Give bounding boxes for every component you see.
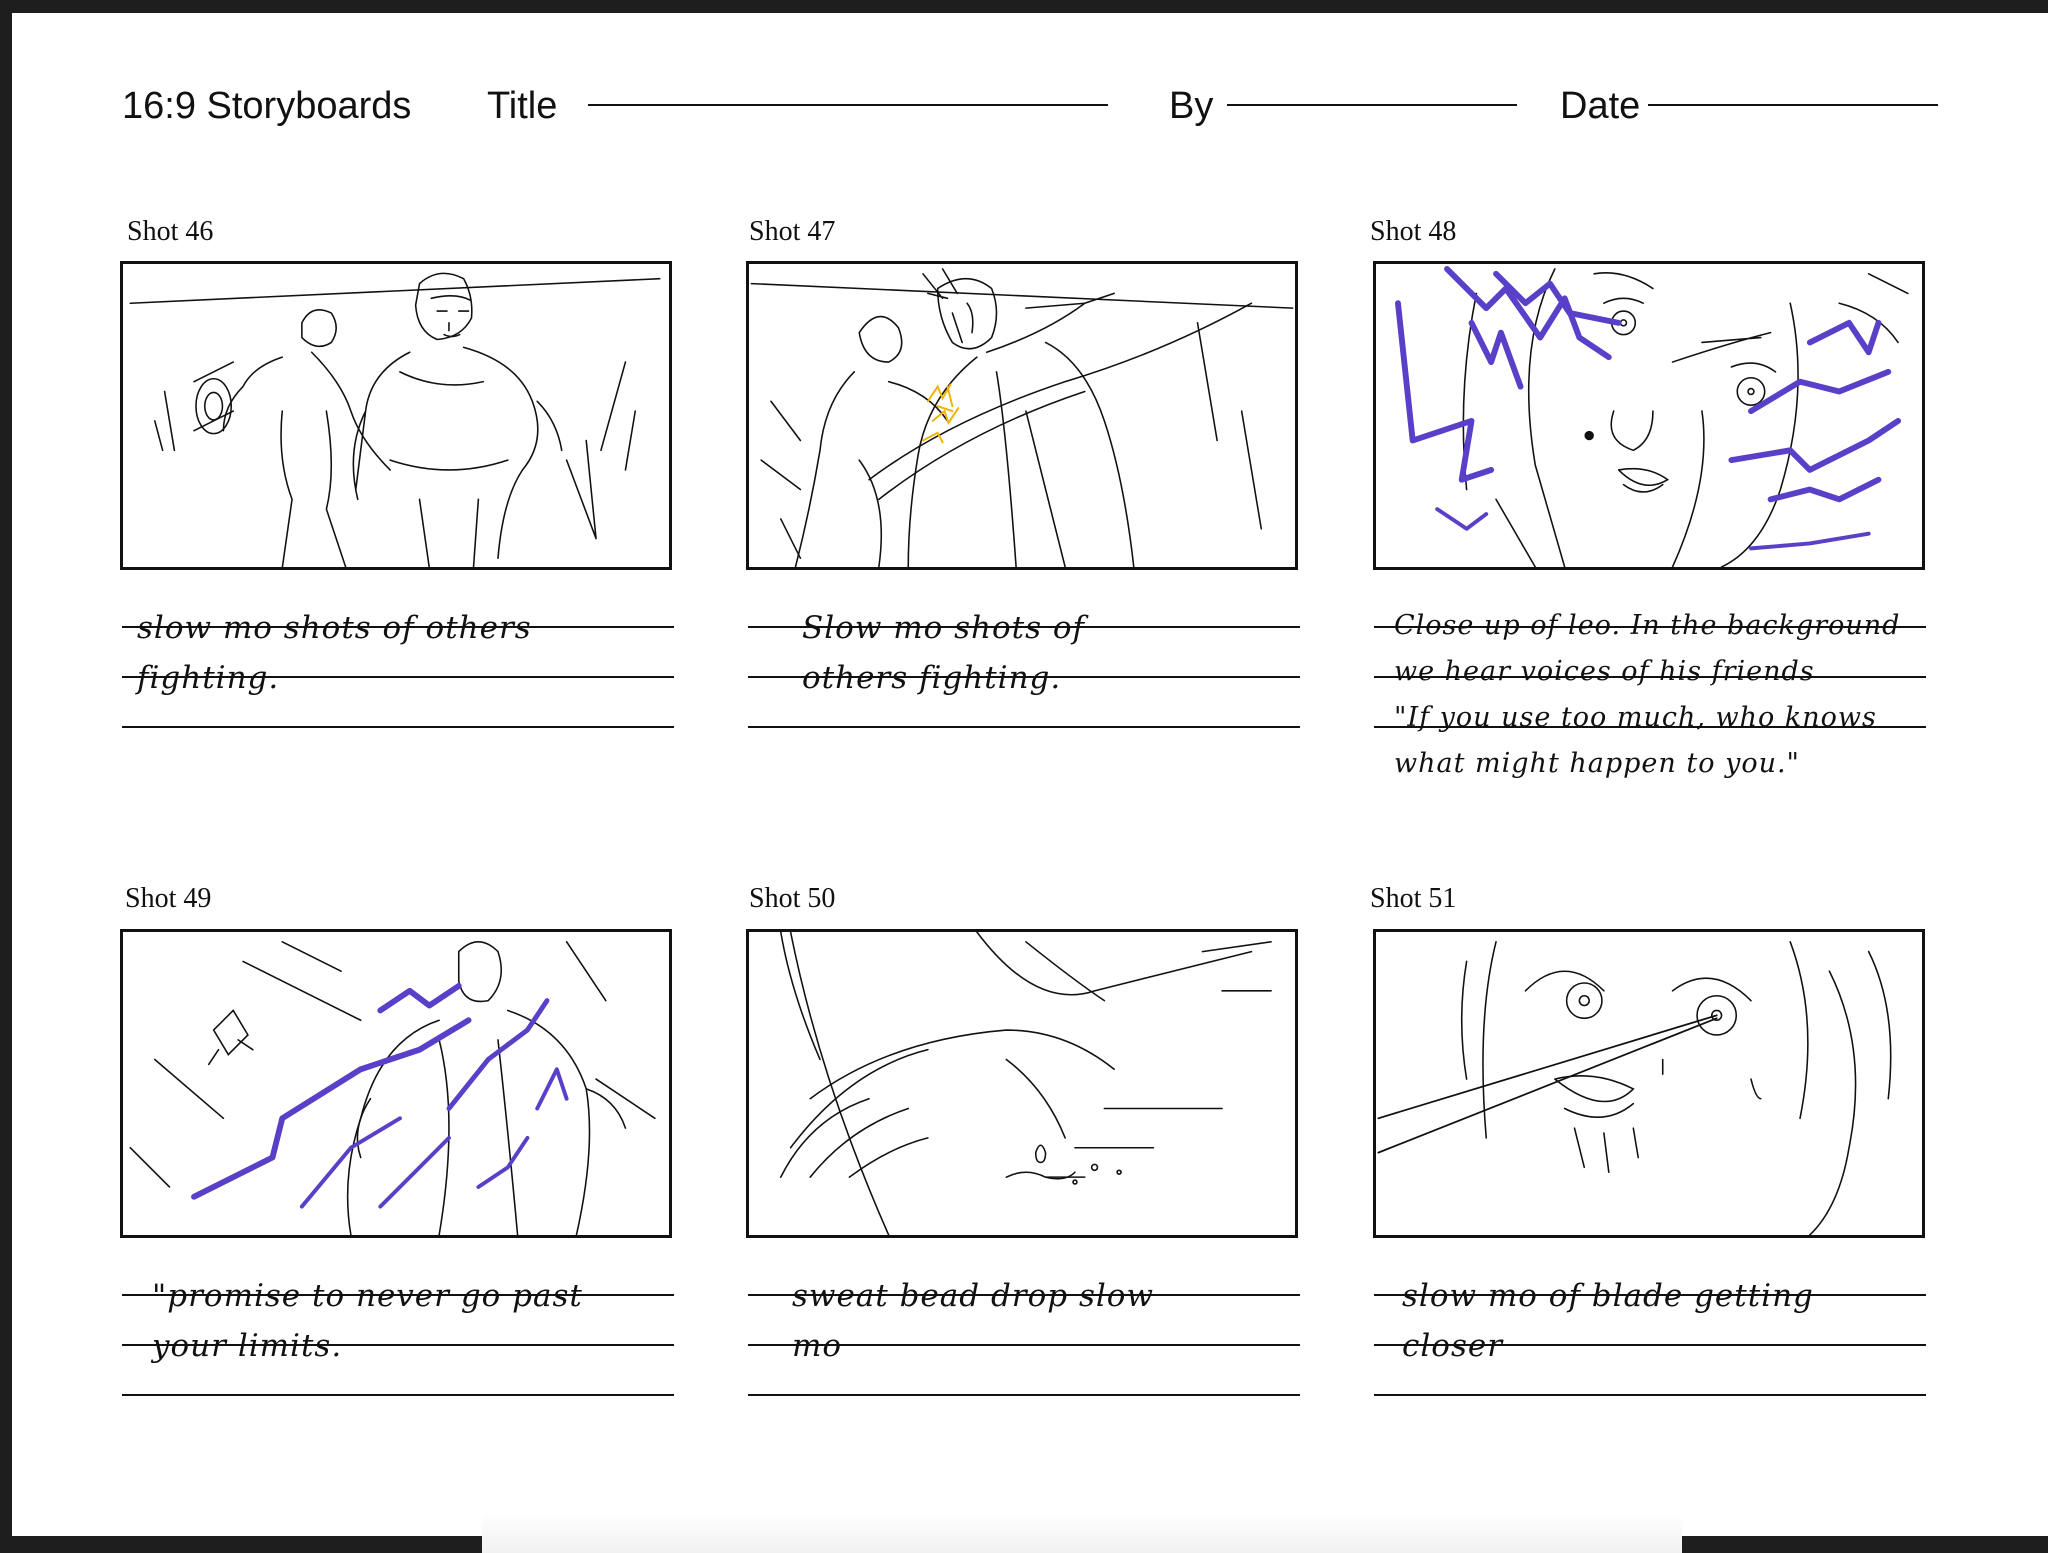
note-line-1: slow mo shots of others	[137, 610, 532, 646]
sweat-drop-icon	[1005, 1144, 1122, 1185]
note-rule	[1374, 1294, 1926, 1296]
shot-frame	[746, 261, 1298, 570]
date-field-line	[1648, 104, 1938, 106]
note-rule	[748, 676, 1300, 678]
note-line-4: what might happen to you."	[1394, 748, 1800, 779]
note-line-2: fighting.	[137, 660, 280, 696]
note-rule	[122, 676, 674, 678]
sketch-fighters	[129, 272, 661, 567]
note-rule	[748, 1294, 1300, 1296]
note-rule	[1374, 1344, 1926, 1346]
note-rule	[748, 626, 1300, 628]
shot-frame	[120, 929, 672, 1238]
note-line-1: Slow mo shots of	[802, 610, 1086, 646]
note-line-2: your limits.	[152, 1328, 343, 1364]
storyboard-sheet: 16:9 Storyboards Title By Date Shot 46 s…	[12, 13, 2048, 1553]
note-rule	[122, 1344, 674, 1346]
note-rule	[122, 726, 674, 728]
note-rule	[1374, 726, 1926, 728]
shot-notes: sweat bead drop slow mo	[792, 1271, 1352, 1371]
storyboard-header: 16:9 Storyboards Title By Date	[12, 13, 2048, 153]
note-rule	[1374, 626, 1926, 628]
note-line-1: "promise to never go past	[152, 1278, 583, 1314]
note-rule	[748, 726, 1300, 728]
energy-spark-icon	[921, 383, 960, 444]
shot-notes: Slow mo shots of others fighting.	[802, 603, 1362, 703]
note-line-1: slow mo of blade getting	[1402, 1278, 1814, 1314]
shot-notes: "promise to never go past your limits.	[152, 1271, 712, 1371]
energy-lightning-icon	[1395, 265, 1902, 551]
by-label: By	[1169, 85, 1214, 127]
shot-frame	[746, 929, 1298, 1238]
shot-label: Shot 47	[749, 216, 836, 247]
by-field-line	[1227, 104, 1517, 106]
note-line-3: "If you use too much, who knows	[1394, 702, 1877, 733]
note-line-2: others fighting.	[802, 660, 1062, 696]
note-rule	[1374, 1394, 1926, 1396]
shot-label: Shot 48	[1370, 216, 1457, 247]
shot-label: Shot 46	[127, 216, 214, 247]
title-label: Title	[487, 85, 558, 127]
shot-label: Shot 50	[749, 883, 836, 914]
shot-label: Shot 49	[125, 883, 212, 914]
shot-frame	[120, 261, 672, 570]
shot-label: Shot 51	[1370, 883, 1457, 914]
note-rule	[122, 626, 674, 628]
date-label: Date	[1560, 85, 1641, 127]
note-line-1: sweat bead drop slow	[792, 1278, 1154, 1314]
shot-notes: slow mo of blade getting closer	[1402, 1271, 2022, 1371]
note-rule	[748, 1394, 1300, 1396]
energy-lightning-icon	[191, 982, 569, 1209]
shot-notes: slow mo shots of others fighting.	[137, 603, 697, 703]
note-rule	[1374, 676, 1926, 678]
note-line-2: closer	[1402, 1328, 1504, 1364]
note-rule	[122, 1294, 674, 1296]
shot-frame	[1373, 261, 1925, 570]
shot-frame	[1373, 929, 1925, 1238]
note-rule	[122, 1394, 674, 1396]
note-rule	[748, 1344, 1300, 1346]
blade-icon	[1377, 1014, 1718, 1154]
note-line-2: we hear voices of his friends	[1394, 656, 1815, 687]
shot-notes: Close up of leo. In the background we he…	[1394, 603, 1974, 787]
title-field-line	[588, 104, 1108, 106]
format-label: 16:9 Storyboards	[122, 85, 412, 127]
page-bottom-shadow	[482, 1513, 1682, 1553]
note-line-2: mo	[792, 1328, 843, 1364]
